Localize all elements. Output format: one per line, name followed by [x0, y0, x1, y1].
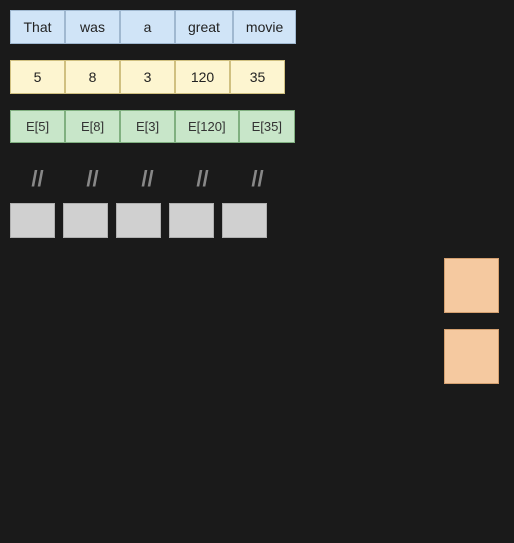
peach-box-row-1: [10, 258, 504, 313]
small-box-0: [10, 203, 55, 238]
embed-cell-4: E[35]: [239, 110, 295, 143]
number-cell-0: 5: [10, 60, 65, 94]
embed-cell-2: E[3]: [120, 110, 175, 143]
word-cell-4: movie: [233, 10, 296, 44]
word-cell-0: That: [10, 10, 65, 44]
numbers-row: 5 8 3 120 35: [10, 60, 504, 94]
embeddings-row: E[5] E[8] E[3] E[120] E[35]: [10, 110, 504, 143]
embed-cell-3: E[120]: [175, 110, 239, 143]
slash-icon-2: //: [120, 159, 175, 199]
word-cell-2: a: [120, 10, 175, 44]
small-box-row: [10, 203, 504, 238]
word-cell-1: was: [65, 10, 120, 44]
peach-box-1: [444, 258, 499, 313]
small-box-4: [222, 203, 267, 238]
small-box-3: [169, 203, 214, 238]
small-box-2: [116, 203, 161, 238]
embed-cell-1: E[8]: [65, 110, 120, 143]
embed-cell-0: E[5]: [10, 110, 65, 143]
peach-box-2: [444, 329, 499, 384]
small-box-1: [63, 203, 108, 238]
number-cell-2: 3: [120, 60, 175, 94]
slash-icon-3: //: [175, 159, 230, 199]
slash-row: // // // // //: [10, 159, 504, 199]
peach-box-row-2: [10, 329, 504, 384]
slash-icon-4: //: [230, 159, 285, 199]
number-cell-1: 8: [65, 60, 120, 94]
number-cell-3: 120: [175, 60, 230, 94]
slash-icon-0: //: [10, 159, 65, 199]
number-cell-4: 35: [230, 60, 285, 94]
sentence-row: That was a great movie: [10, 10, 504, 44]
slash-icon-1: //: [65, 159, 120, 199]
word-cell-3: great: [175, 10, 233, 44]
